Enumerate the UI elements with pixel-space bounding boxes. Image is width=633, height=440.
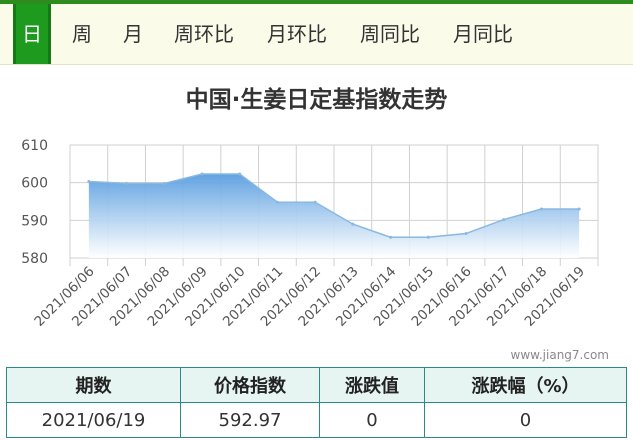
data-point[interactable] (464, 232, 468, 236)
data-point[interactable] (125, 181, 129, 185)
data-point[interactable] (162, 181, 166, 185)
header-change-pct: 涨跌幅（%） (424, 367, 627, 403)
data-point[interactable] (539, 207, 543, 211)
y-tick-label: 610 (21, 138, 48, 154)
tab-month[interactable]: 月 (123, 4, 143, 64)
cell-period: 2021/06/19 (6, 402, 181, 438)
y-tick-label: 580 (21, 251, 48, 267)
data-point[interactable] (351, 222, 355, 226)
cell-change-value: 0 (319, 402, 425, 438)
price-index-chart: 580590600610 2021/06/062021/06/072021/06… (21, 138, 599, 330)
tab-month-year-on-year[interactable]: 月同比 (453, 4, 513, 64)
data-point[interactable] (275, 200, 279, 204)
data-point[interactable] (389, 235, 393, 239)
watermark: www.jiang7.com (510, 348, 609, 362)
data-point[interactable] (426, 235, 430, 239)
data-point[interactable] (87, 180, 91, 184)
summary-data-row: 2021/06/19 592.97 0 0 (6, 402, 627, 438)
data-point[interactable] (577, 207, 581, 211)
cell-change-pct: 0 (424, 402, 627, 438)
y-tick-label: 590 (21, 213, 48, 229)
summary-table: 期数 价格指数 涨跌值 涨跌幅（%） 2021/06/19 592.97 0 0 (6, 367, 627, 438)
chart-title: 中国·生姜日定基指数走势 (185, 87, 448, 113)
data-point[interactable] (200, 172, 204, 176)
tab-day[interactable]: 日 (13, 4, 51, 64)
period-tabs: 日 周 月 周环比 月环比 周同比 月同比 (0, 4, 633, 65)
header-period: 期数 (6, 367, 181, 403)
header-change-value: 涨跌值 (319, 367, 425, 403)
data-point[interactable] (238, 172, 242, 176)
data-point[interactable] (502, 218, 506, 222)
data-point[interactable] (313, 200, 317, 204)
y-tick-label: 600 (21, 176, 48, 192)
header-price-index: 价格指数 (180, 367, 320, 403)
tab-week-on-week[interactable]: 周环比 (174, 4, 234, 64)
tab-week-year-on-year[interactable]: 周同比 (360, 4, 420, 64)
cell-price-index: 592.97 (180, 402, 320, 438)
tab-month-on-month[interactable]: 月环比 (267, 4, 327, 64)
summary-header-row: 期数 价格指数 涨跌值 涨跌幅（%） (6, 367, 627, 403)
tab-week[interactable]: 周 (72, 4, 92, 64)
